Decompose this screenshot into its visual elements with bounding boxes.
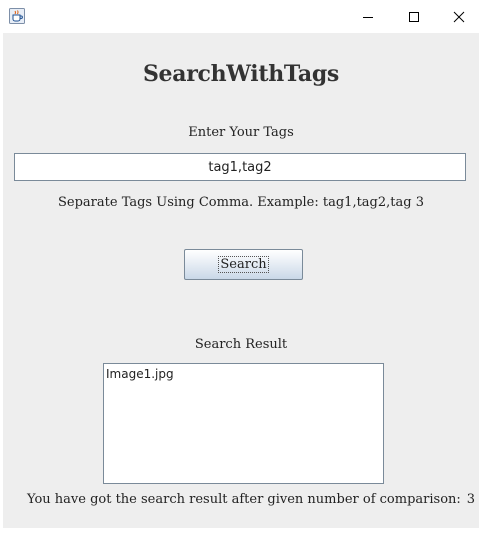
minimize-button[interactable] xyxy=(345,0,391,33)
comparison-footer: You have got the search result after giv… xyxy=(27,492,475,507)
maximize-button[interactable] xyxy=(391,0,437,33)
tags-hint: Separate Tags Using Comma. Example: tag1… xyxy=(58,195,424,210)
comparison-text: You have got the search result after giv… xyxy=(27,492,461,507)
close-button[interactable] xyxy=(436,0,482,33)
close-icon xyxy=(453,11,465,22)
app-title: SearchWithTags xyxy=(142,61,340,87)
tags-label: Enter Your Tags xyxy=(188,125,294,140)
search-result-list[interactable]: Image1.jpg xyxy=(103,363,384,484)
search-button[interactable]: Search xyxy=(184,249,303,280)
list-item[interactable]: Image1.jpg xyxy=(106,366,383,382)
search-result-label: Search Result xyxy=(194,337,288,352)
maximize-icon xyxy=(409,11,419,22)
comparison-count: 3 xyxy=(466,492,476,507)
java-coffee-cup-icon xyxy=(9,8,25,24)
main-panel: SearchWithTags Enter Your Tags Separate … xyxy=(3,33,479,528)
window-titlebar xyxy=(0,0,484,33)
search-button-label: Search xyxy=(218,256,269,273)
minimize-icon xyxy=(363,16,373,18)
tags-input[interactable] xyxy=(14,153,466,181)
